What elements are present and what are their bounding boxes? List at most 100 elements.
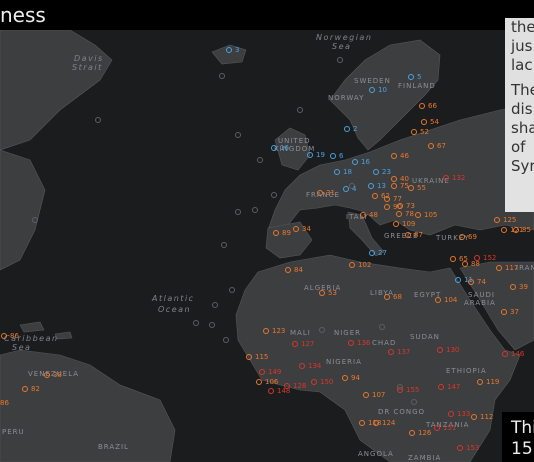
- marker-count: 23: [382, 168, 391, 176]
- marker-count: 38: [53, 371, 62, 379]
- svg-text:Atlantic: Atlantic: [151, 294, 195, 303]
- marker-count: 106: [265, 378, 279, 386]
- marker-count: 13: [377, 182, 386, 190]
- panel-line: of: [511, 138, 526, 156]
- svg-text:SAUDI: SAUDI: [468, 291, 495, 299]
- marker-count: 77: [393, 195, 402, 203]
- marker-count: 126: [418, 429, 432, 437]
- marker-count: 87: [414, 231, 423, 239]
- svg-text:Norwegian: Norwegian: [316, 33, 372, 42]
- marker-count: 10: [378, 86, 387, 94]
- marker-count: 88: [471, 260, 480, 268]
- svg-text:NIGERIA: NIGERIA: [326, 358, 362, 366]
- marker-count: 18: [343, 168, 352, 176]
- caption-line: Thi: [511, 418, 534, 438]
- marker-count: 52: [420, 128, 429, 136]
- svg-text:Ocean: Ocean: [158, 305, 191, 314]
- svg-text:IRAN: IRAN: [516, 264, 534, 272]
- marker-count: 3: [235, 46, 239, 54]
- caption-box: Thi 15: [502, 412, 534, 462]
- svg-text:NIGER: NIGER: [334, 329, 361, 337]
- story-panel[interactable]: the jus lac The dis sha of Syr: [505, 18, 534, 212]
- marker-count: 82: [31, 385, 40, 393]
- marker[interactable]: 86: [0, 399, 9, 407]
- marker-count: 102: [358, 261, 371, 269]
- marker-count: 5: [417, 73, 421, 81]
- marker-count: 153: [466, 444, 479, 452]
- marker-count: 124: [382, 419, 396, 427]
- marker-count: 136: [357, 339, 371, 347]
- panel-line: Syr: [511, 157, 534, 175]
- marker-count: 39: [519, 283, 528, 291]
- marker-count: 34: [302, 225, 311, 233]
- caption-line: 15: [511, 439, 533, 459]
- marker-count: 78: [405, 210, 414, 218]
- header-bar: ness: [0, 0, 534, 30]
- marker-count: 151: [443, 424, 456, 432]
- marker-count: 148: [277, 387, 290, 395]
- marker-count: 119: [486, 378, 499, 386]
- marker-count: 137: [397, 348, 410, 356]
- marker-count: 85: [522, 226, 531, 234]
- marker-count: 19: [316, 151, 325, 159]
- marker-count: 89: [282, 229, 291, 237]
- panel-line: dis: [511, 100, 533, 118]
- marker-count: 152: [483, 254, 496, 262]
- marker-count: 6: [339, 152, 344, 160]
- svg-text:Sea: Sea: [332, 42, 351, 51]
- marker-count: 4: [352, 185, 357, 193]
- marker-count: 130: [446, 346, 459, 354]
- svg-text:NORWAY: NORWAY: [328, 94, 364, 102]
- marker-count: 132: [452, 174, 465, 182]
- marker-count: 150: [320, 378, 333, 386]
- svg-text:ZAMBIA: ZAMBIA: [408, 454, 441, 462]
- svg-text:Davis: Davis: [74, 54, 104, 63]
- marker-count: 75: [400, 182, 409, 190]
- marker-count: 53: [328, 289, 337, 297]
- panel-line: lac: [511, 56, 533, 74]
- svg-text:ETHIOPIA: ETHIOPIA: [446, 367, 487, 375]
- marker-count: 73: [406, 202, 415, 210]
- svg-text:Strait: Strait: [72, 63, 103, 72]
- svg-text:SUDAN: SUDAN: [410, 333, 440, 341]
- svg-text:ANGOLA: ANGOLA: [358, 450, 394, 458]
- marker-count: 67: [437, 142, 446, 150]
- marker-count: 2: [353, 125, 357, 133]
- marker-count: 117: [505, 264, 518, 272]
- marker-count: 127: [301, 340, 314, 348]
- svg-text:CHAD: CHAD: [372, 339, 396, 347]
- marker-count: 118: [368, 419, 381, 427]
- marker-count: 74: [477, 278, 486, 286]
- marker-count: 62: [381, 192, 390, 200]
- marker-count: 37: [510, 308, 519, 316]
- page-title: ness: [0, 3, 46, 27]
- marker-count: 123: [272, 327, 285, 335]
- svg-text:Sea: Sea: [12, 343, 31, 352]
- marker-count: 133: [457, 410, 470, 418]
- marker-count: 66: [428, 102, 437, 110]
- marker-count: 31: [326, 189, 335, 197]
- marker-count: 105: [424, 211, 437, 219]
- world-map[interactable]: Norwegian Sea Davis Strait Atlantic Ocea…: [0, 0, 534, 462]
- marker-count: 112: [480, 413, 493, 421]
- svg-text:DR CONGO: DR CONGO: [378, 408, 425, 416]
- marker-count: 146: [511, 350, 525, 358]
- panel-line: jus: [511, 37, 533, 55]
- marker-count: 16: [280, 144, 289, 152]
- svg-text:ARABIA: ARABIA: [464, 299, 496, 307]
- marker-count: 16: [361, 158, 370, 166]
- marker-count: 69: [468, 233, 477, 241]
- svg-text:FINLAND: FINLAND: [398, 82, 436, 90]
- marker-count: 27: [378, 249, 387, 257]
- panel-line: the: [511, 18, 534, 36]
- marker-count: 128: [293, 382, 306, 390]
- marker-count: 104: [444, 296, 458, 304]
- panel-line: The: [511, 81, 534, 99]
- marker-count: 46: [400, 152, 409, 160]
- marker-count: 125: [503, 216, 516, 224]
- marker-count: 149: [268, 368, 281, 376]
- marker-count: 55: [417, 184, 426, 192]
- svg-text:SWEDEN: SWEDEN: [354, 77, 391, 85]
- marker-count: 147: [447, 383, 460, 391]
- marker-count: 54: [430, 118, 439, 126]
